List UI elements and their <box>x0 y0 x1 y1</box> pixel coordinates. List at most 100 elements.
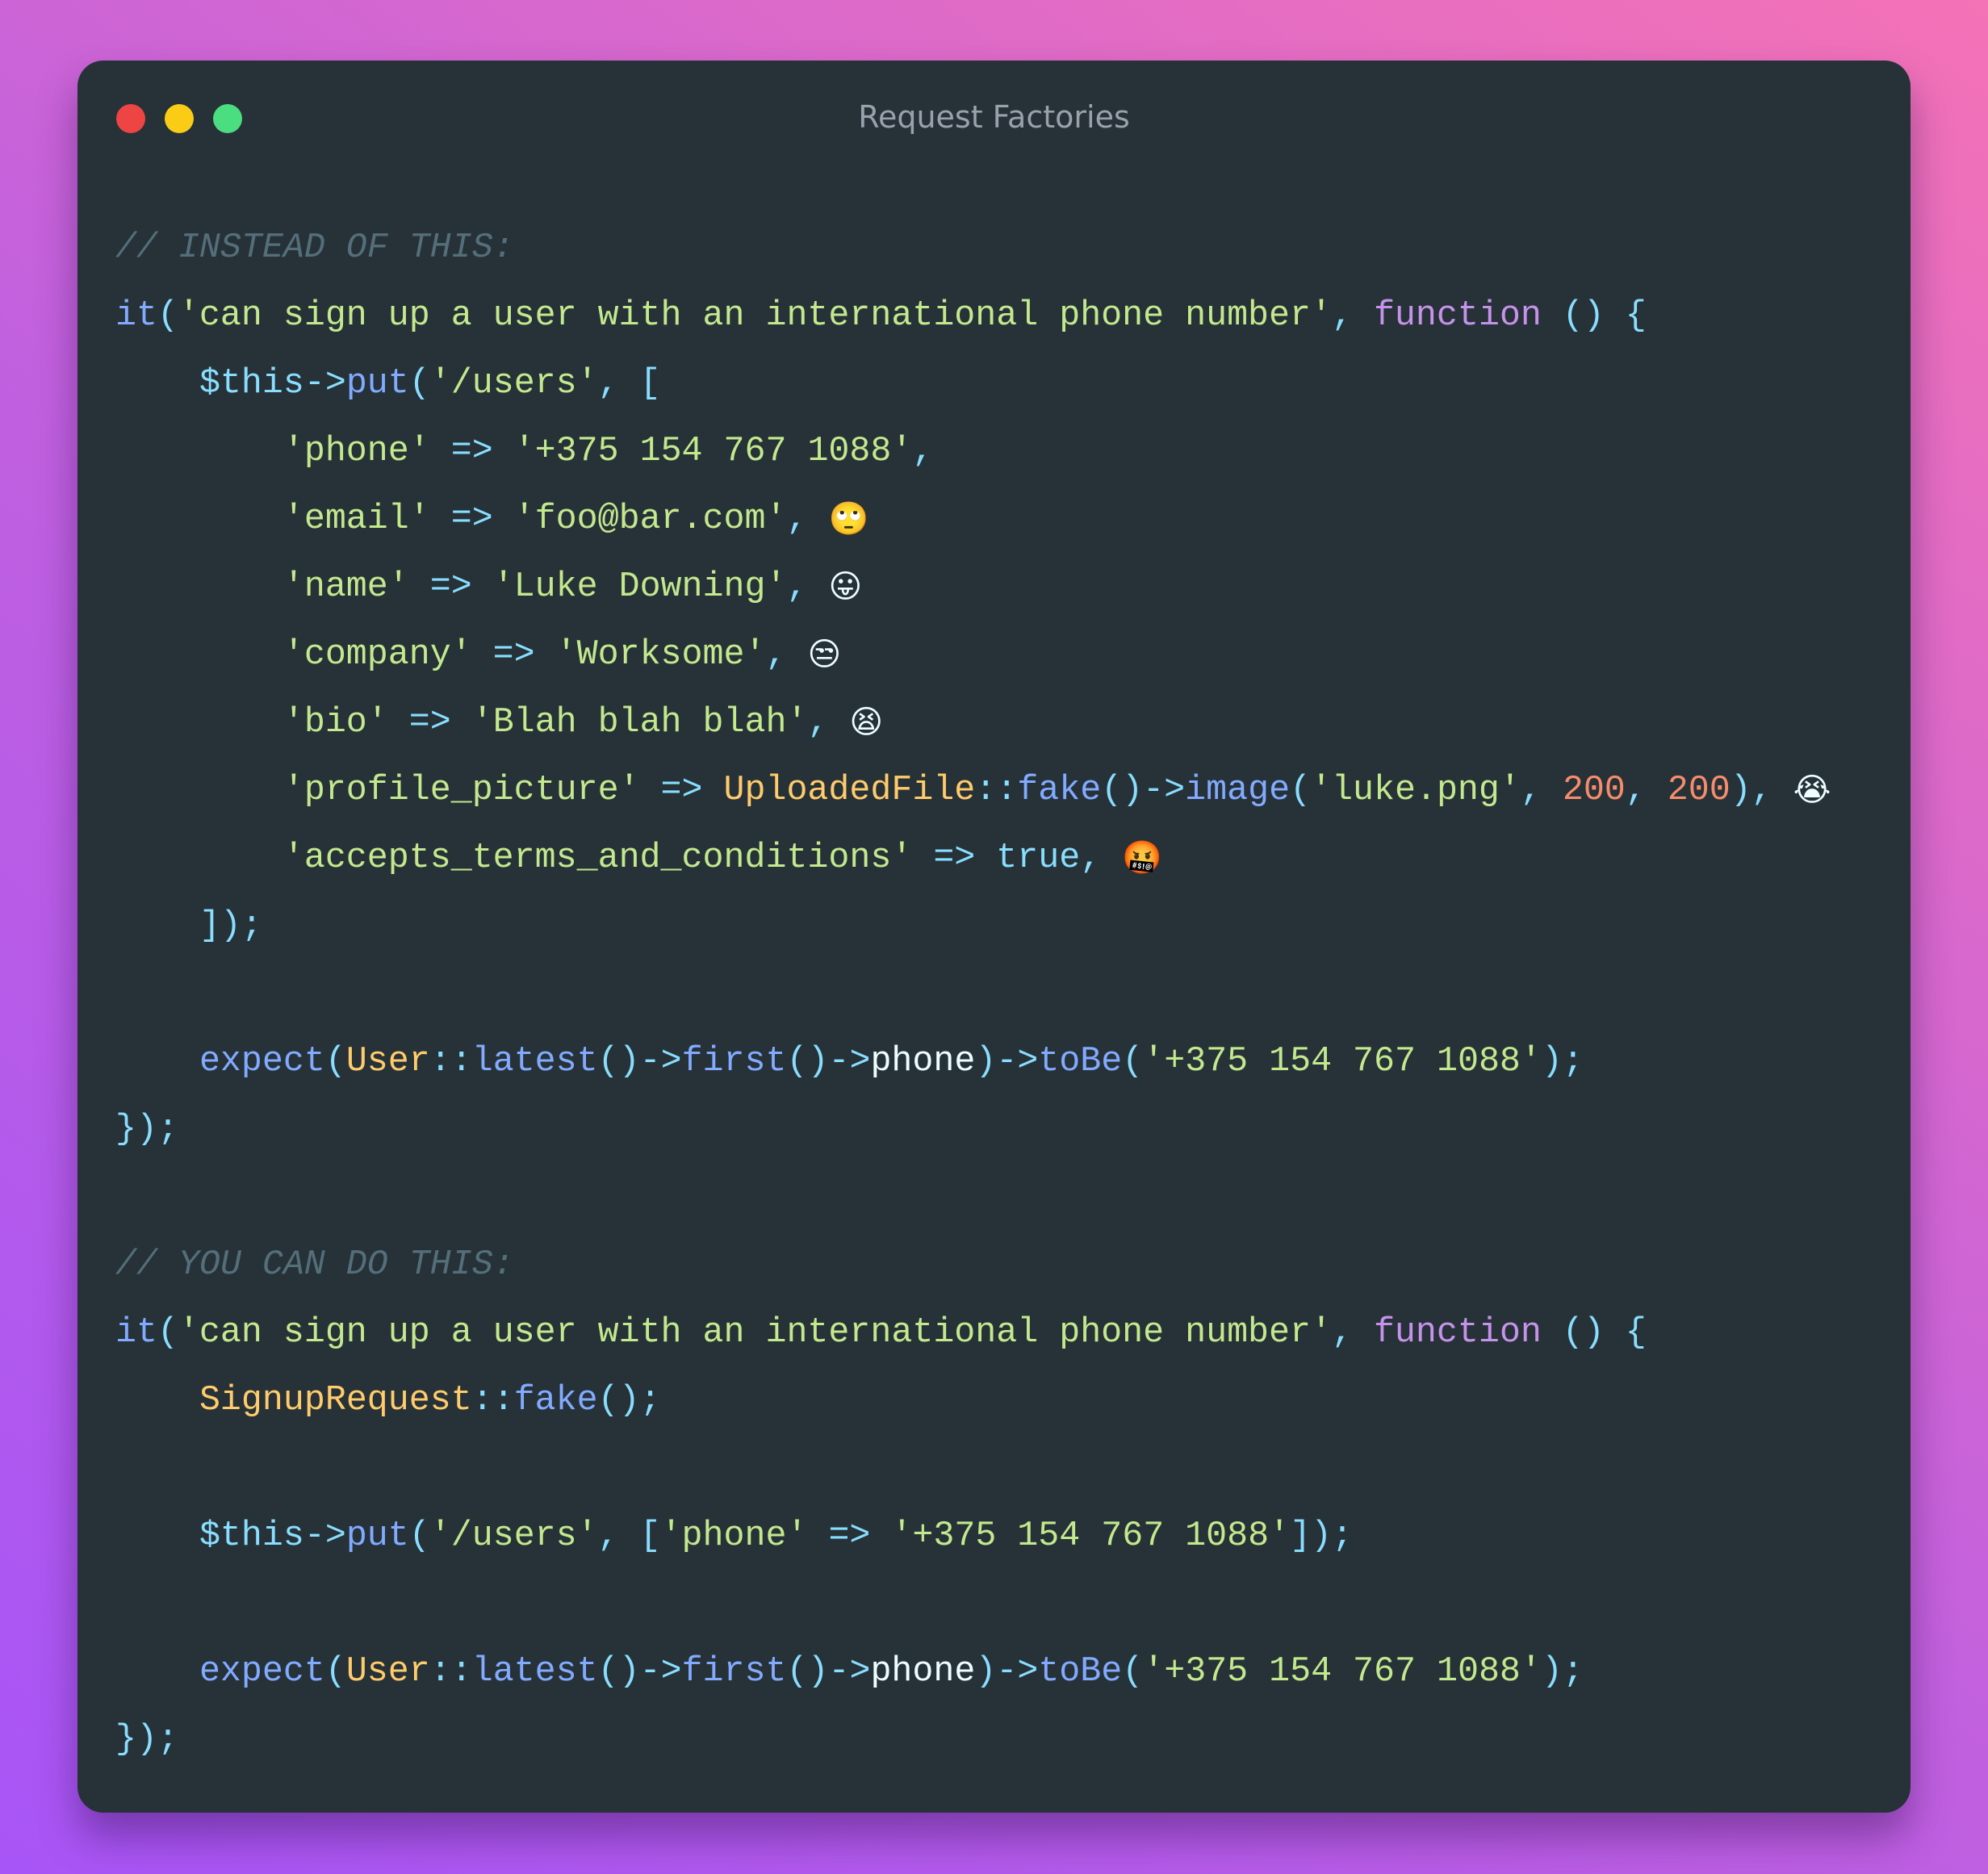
code-token-cls: User <box>345 1652 430 1692</box>
code-token-punc: => <box>429 432 514 471</box>
code-token-punc: ( <box>324 1652 346 1692</box>
code-token-punc: => <box>639 771 724 810</box>
code-token-str: 'company' <box>283 635 472 675</box>
code-token-punc: ( <box>408 1516 430 1556</box>
code-line: // YOU CAN DO THIS: <box>115 1232 1831 1299</box>
code-token-bool: true <box>996 839 1081 878</box>
code-token-punc: -> <box>303 1516 346 1556</box>
code-line: ]); <box>115 893 1831 960</box>
code-token-punc: ( <box>1122 1042 1144 1081</box>
code-line: it('can sign up a user with an internati… <box>115 282 1831 350</box>
code-token-punc: => <box>429 500 514 539</box>
window-title: Request Factories <box>858 99 1130 135</box>
code-token-punc: => <box>408 567 493 607</box>
code-token-fn: it <box>115 1313 157 1353</box>
code-token-str: 'can sign up a user with an internationa… <box>178 296 1332 336</box>
code-line: 'email' => 'foo@bar.com', 🙄 <box>115 486 1831 554</box>
code-token-punc: , <box>786 500 829 539</box>
code-token-punc: => <box>807 1516 892 1556</box>
code-token-punc: => <box>387 703 472 742</box>
code-token-punc: ( <box>157 1313 178 1353</box>
code-token-punc: ); <box>1541 1042 1584 1081</box>
code-token-str: 'foo@bar.com' <box>513 500 787 539</box>
code-line: 'profile_picture' => UploadedFile::fake(… <box>115 757 1831 825</box>
code-line: expect(User::latest()->first()->phone)->… <box>115 1028 1831 1096</box>
code-token-num: 200 <box>1667 771 1731 810</box>
code-token-punc: ( <box>1122 1652 1144 1692</box>
code-token-str: 'bio' <box>283 703 388 742</box>
code-token-punc: ()-> <box>597 1652 682 1692</box>
code-token-str: 'accepts_terms_and_conditions' <box>283 839 913 878</box>
code-token-str: '+375 154 767 1088' <box>1143 1652 1542 1692</box>
code-token-punc: ( <box>408 364 430 404</box>
unamused-face-emoji: 😒 <box>807 635 842 673</box>
code-token-fn: put <box>345 364 409 404</box>
code-token-punc: )-> <box>975 1652 1039 1692</box>
code-token-str: 'email' <box>283 500 430 539</box>
code-token-punc: ( <box>324 1042 346 1081</box>
code-token-fn: fake <box>513 1381 598 1420</box>
code-token-var: $this <box>199 1516 304 1556</box>
code-token-fn: fake <box>1017 771 1102 810</box>
code-line: $this->put('/users', ['phone' => '+375 1… <box>115 1503 1831 1571</box>
code-token-str: '/users' <box>429 1516 598 1556</box>
code-token-kw: function <box>1373 1313 1542 1353</box>
code-token-punc: , <box>1080 839 1123 878</box>
code-token-punc: :: <box>471 1381 514 1420</box>
code-line: 'accepts_terms_and_conditions' => true, … <box>115 825 1831 893</box>
code-token-cls: SignupRequest <box>199 1381 472 1420</box>
code-token-punc: , <box>765 635 808 675</box>
code-token-fn: expect <box>199 1042 325 1081</box>
code-line: SignupRequest::fake(); <box>115 1367 1831 1435</box>
code-token-punc: :: <box>429 1652 472 1692</box>
code-token-punc: ( <box>157 296 178 336</box>
code-line: $this->put('/users', [ <box>115 350 1831 418</box>
code-line: 'phone' => '+375 154 767 1088', <box>115 418 1831 486</box>
code-token-str: '/users' <box>429 364 598 404</box>
code-token-punc: , <box>1625 771 1668 810</box>
code-token-str: 'profile_picture' <box>283 771 640 810</box>
code-token-punc: , <box>1520 771 1563 810</box>
code-token-str: 'phone' <box>283 432 430 471</box>
code-token-fn: expect <box>199 1652 325 1692</box>
code-token-punc: ( <box>1290 771 1312 810</box>
code-token-punc: () { <box>1541 1313 1647 1353</box>
code-token-fn: first <box>681 1652 787 1692</box>
tired-face-emoji: 😫 <box>849 703 884 741</box>
code-line: 'name' => 'Luke Downing', 😛 <box>115 554 1831 621</box>
code-token-fn: first <box>681 1042 787 1081</box>
code-token-fn: latest <box>471 1652 598 1692</box>
code-token-fn: toBe <box>1038 1042 1123 1081</box>
code-token-str: '+375 154 767 1088' <box>891 1516 1291 1556</box>
code-token-prop: phone <box>870 1042 976 1081</box>
code-line: }); <box>115 1706 1831 1774</box>
code-token-punc: ]); <box>1290 1516 1354 1556</box>
face-with-symbols-on-mouth-emoji: 🤬 <box>1122 839 1162 876</box>
code-token-punc: ()-> <box>597 1042 682 1081</box>
code-token-punc: ), <box>1730 771 1793 810</box>
code-token-punc: }); <box>115 1720 178 1759</box>
code-token-fn: latest <box>471 1042 598 1081</box>
code-line: expect(User::latest()->first()->phone)->… <box>115 1638 1831 1706</box>
code-token-var: $this <box>199 364 304 404</box>
code-token-punc: ); <box>1541 1652 1584 1692</box>
code-token-punc: => <box>912 839 997 878</box>
code-token-punc: ()-> <box>1101 771 1186 810</box>
code-token-str: 'Blah blah blah' <box>471 703 808 742</box>
code-token-fn: image <box>1185 771 1291 810</box>
code-token-fn: toBe <box>1038 1652 1123 1692</box>
code-line: }); <box>115 1096 1831 1164</box>
code-block: // INSTEAD OF THIS: it('can sign up a use… <box>115 215 1831 1774</box>
code-window: Request Factories // INSTEAD OF THIS: it(… <box>77 61 1911 1813</box>
code-token-cls: User <box>345 1042 430 1081</box>
code-token-comment: // YOU CAN DO THIS: <box>115 1245 514 1285</box>
code-token-str: 'Luke Downing' <box>492 567 787 607</box>
code-token-punc: :: <box>429 1042 472 1081</box>
code-token-punc: , [ <box>597 364 661 404</box>
